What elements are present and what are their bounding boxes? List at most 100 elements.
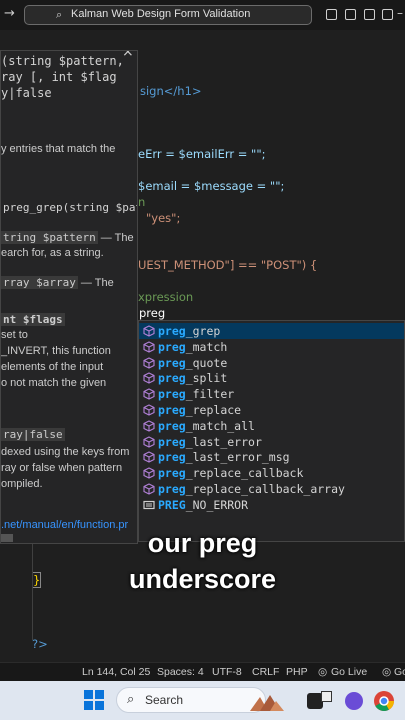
windows-start-icon[interactable] [84, 690, 104, 710]
suggestion-item[interactable]: PREG_NO_ERROR [139, 497, 404, 513]
signature-line-2: ray [, int $flag [1, 70, 117, 84]
match-highlight: preg [158, 371, 186, 386]
chat-app-icon[interactable] [345, 692, 363, 710]
suggestion-label: preg_last_error_msg [158, 450, 290, 464]
function-cube-icon [143, 325, 155, 337]
signature-line-3: y|false [1, 86, 52, 100]
description: y entries that match the [1, 143, 116, 155]
function-cube-icon [143, 467, 155, 479]
suggestion-rest: _split [185, 371, 228, 386]
chrome-icon[interactable] [373, 690, 395, 712]
match-highlight: preg [158, 339, 186, 354]
line-ending[interactable]: CRLF [252, 666, 279, 678]
taskbar-search[interactable]: ⌕ Search [116, 687, 266, 713]
suggestion-item[interactable]: preg_split [139, 370, 404, 386]
suggestion-label: preg_replace_callback_array [158, 482, 345, 496]
suggestion-item[interactable]: preg_replace_callback [139, 465, 404, 481]
suggestion-rest: _grep [185, 324, 221, 338]
suggestion-label: preg_last_error [158, 435, 262, 449]
code-line-email: $email = $message = ""; [138, 179, 285, 193]
suggestion-label: PREG_NO_ERROR [158, 498, 248, 512]
function-cube-icon [143, 388, 155, 400]
return-desc-2: ray or false when pattern [1, 462, 123, 474]
suggestion-rest: _last_error [185, 434, 262, 449]
suggestion-label: preg_filter [158, 387, 234, 401]
function-cube-icon [143, 341, 155, 353]
search-icon: ⌕ [56, 8, 63, 21]
suggestion-item[interactable]: preg_match [139, 339, 404, 355]
suggestion-label: preg_quote [158, 356, 227, 370]
match-highlight: preg [158, 387, 186, 402]
suggestion-rest: _quote [185, 355, 228, 370]
code-line-h1: sign</h1> [140, 84, 202, 98]
match-highlight: preg [158, 403, 186, 417]
signature-line-1: (string $pattern, [1, 54, 124, 68]
suggestion-item[interactable]: preg_last_error [139, 434, 404, 450]
return-desc-1: dexed using the keys from [1, 446, 130, 458]
title-bar: → ⌕ Kalman Web Design Form Validation – [0, 0, 405, 30]
param-flags: nt $flags [1, 313, 65, 326]
suggestion-item[interactable]: preg_grep [139, 323, 404, 339]
suggestion-label: preg_match [158, 340, 227, 354]
go-live-icon-2: ◎ [382, 666, 392, 678]
window-app-icon[interactable] [321, 691, 332, 702]
encoding[interactable]: UTF-8 [212, 666, 242, 678]
suggestion-item[interactable]: preg_replace_callback_array [139, 481, 404, 497]
taskbar: ⌕ Search [0, 681, 405, 720]
code-line-typed[interactable]: preg [139, 306, 165, 320]
toggle-primary-sidebar-icon[interactable] [326, 9, 337, 20]
toggle-panel-icon[interactable] [345, 9, 356, 20]
match-highlight: preg [158, 418, 186, 433]
match-highlight: preg [158, 450, 186, 465]
suggestion-rest: _match [185, 339, 228, 354]
return-type: ray|false [1, 428, 65, 441]
function-cube-icon [143, 483, 155, 495]
suggestion-item[interactable]: preg_last_error_msg [139, 449, 404, 465]
language-mode[interactable]: PHP [286, 666, 308, 678]
match-highlight: preg [158, 355, 186, 370]
code-line-err: eErr = $emailErr = ""; [138, 147, 266, 161]
indentation[interactable]: Spaces: 4 [157, 666, 204, 678]
function-cube-icon [143, 420, 155, 432]
suggestion-rest: _filter [185, 387, 235, 402]
toggle-secondary-sidebar-icon[interactable] [364, 9, 375, 20]
hover-documentation: × (string $pattern, ray [, int $flag y|f… [0, 50, 138, 544]
match-highlight: preg [158, 466, 186, 481]
suggestion-item[interactable]: preg_filter [139, 386, 404, 402]
suggestion-label: preg_replace [158, 403, 241, 417]
customize-layout-icon[interactable] [382, 9, 393, 20]
landscape-icon[interactable] [250, 691, 284, 713]
param-flags-desc-4: o not match the given [1, 377, 107, 389]
suggestion-rest: _replace_callback_array [185, 482, 345, 496]
suggestion-label: preg_match_all [158, 419, 255, 433]
match-highlight: preg [158, 482, 186, 496]
match-highlight: PREG [158, 497, 186, 512]
go-live-button-2[interactable]: Go [394, 666, 405, 678]
suggestion-widget[interactable]: preg_grep preg_match preg_quote preg_split p… [138, 320, 405, 542]
suggestion-item[interactable]: preg_replace [139, 402, 404, 418]
taskbar-search-label: Search [145, 693, 184, 707]
back-arrow-icon[interactable]: → [4, 6, 15, 21]
function-cube-icon [143, 451, 155, 464]
function-cube-icon [143, 435, 155, 448]
caption-line-2: underscore [128, 564, 277, 594]
go-live-button[interactable]: Go Live [331, 666, 367, 678]
suggestion-rest: _match_all [185, 418, 255, 433]
go-live-icon: ◎ [318, 666, 328, 678]
param-pattern-desc-2: earch for, as a string. [1, 247, 104, 259]
suggestion-label: preg_split [158, 371, 227, 385]
constant-icon [143, 500, 155, 509]
search-icon: ⌕ [127, 692, 135, 707]
code-editor[interactable]: sign</h1> eErr = $emailErr = ""; $email … [0, 30, 405, 662]
suggestion-label: preg_replace_callback [158, 466, 303, 480]
minimize-icon[interactable]: – [397, 6, 403, 20]
suggestion-item[interactable]: preg_quote [139, 355, 404, 371]
cursor-position[interactable]: Ln 144, Col 25 [82, 666, 150, 678]
suggestion-item[interactable]: preg_match_all [139, 418, 404, 434]
function-cube-icon [143, 356, 155, 369]
function-cube-icon [143, 372, 155, 385]
code-line-yes: "yes"; [146, 211, 181, 225]
suggestion-rest: _replace [185, 403, 242, 417]
command-center-search[interactable]: ⌕ Kalman Web Design Form Validation [24, 5, 312, 25]
param-array: rray $array [1, 276, 78, 289]
